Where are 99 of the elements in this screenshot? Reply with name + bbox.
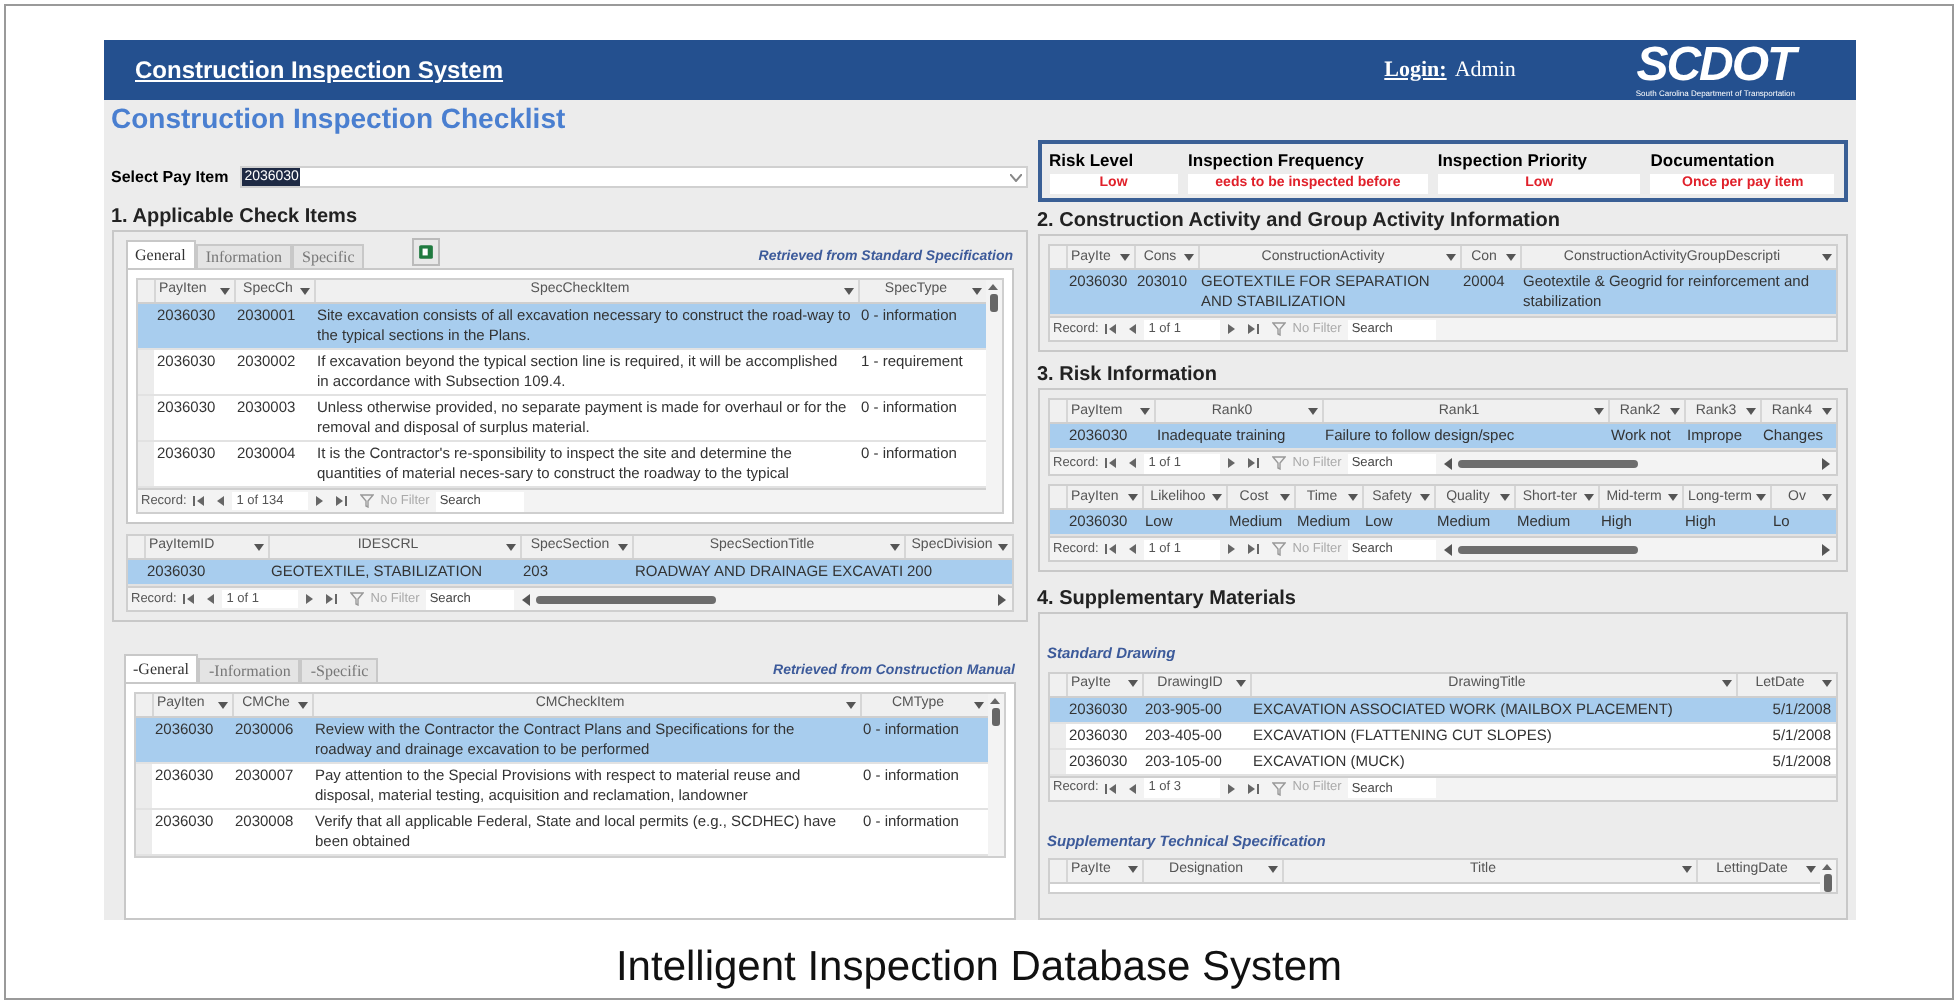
first-record-icon[interactable] (1104, 542, 1119, 557)
filter-icon[interactable] (1272, 456, 1287, 471)
last-record-icon[interactable] (1246, 322, 1261, 337)
caret-icon[interactable] (1279, 493, 1289, 502)
caret-icon[interactable] (1821, 493, 1831, 502)
section-title: 2. Construction Activity and Group Activity Information (1037, 210, 1562, 235)
first-record-icon[interactable] (1104, 456, 1119, 471)
last-record-icon[interactable] (1246, 781, 1261, 795)
caret-icon[interactable] (1307, 407, 1317, 416)
summary-label: Documentation (1650, 148, 1775, 174)
caret-icon[interactable] (1347, 493, 1357, 502)
last-record-icon[interactable] (324, 592, 339, 606)
tab[interactable]: Specific (292, 244, 365, 268)
previous-record-icon[interactable] (1124, 456, 1139, 471)
caret-icon[interactable] (843, 287, 853, 295)
caret-icon[interactable] (1445, 253, 1455, 262)
caret-icon[interactable] (253, 543, 263, 551)
last-record-icon[interactable] (1246, 542, 1261, 557)
page-title: Construction Inspection Checklist (109, 100, 568, 136)
caret-icon[interactable] (1593, 407, 1603, 416)
previous-record-icon[interactable] (212, 494, 227, 508)
scroll-right-icon[interactable] (1821, 543, 1829, 556)
login-user: Admin (1454, 55, 1516, 86)
caret-icon[interactable] (297, 701, 307, 709)
previous-record-icon[interactable] (202, 592, 217, 606)
caret-icon[interactable] (1583, 493, 1593, 502)
scroll-up-icon[interactable] (988, 284, 998, 290)
scroll-right-icon[interactable] (997, 593, 1005, 605)
caret-icon[interactable] (1805, 866, 1815, 875)
caret-icon[interactable] (1755, 493, 1765, 502)
caret-icon[interactable] (1721, 680, 1731, 688)
scroll-left-icon[interactable] (1443, 457, 1452, 470)
summary-label: Risk Level (1049, 148, 1134, 174)
tab[interactable]: -Specific (300, 658, 379, 682)
section-title: 3. Risk Information (1037, 364, 1220, 389)
last-record-icon[interactable] (1246, 456, 1261, 471)
caret-icon[interactable] (1235, 680, 1245, 688)
caret-icon[interactable] (845, 701, 855, 709)
summary-label: Inspection Frequency (1188, 148, 1364, 174)
scroll-up-icon[interactable] (990, 698, 1000, 704)
horizontal-scrollbar[interactable] (1441, 455, 1831, 472)
vertical-scrollbar[interactable] (1819, 859, 1835, 892)
filter-icon[interactable] (1272, 542, 1287, 557)
summary-label: Inspection Priority (1437, 148, 1587, 174)
caret-icon[interactable] (1183, 253, 1193, 262)
caret-icon[interactable] (1667, 493, 1677, 502)
tab[interactable]: -General (123, 654, 199, 682)
caret-icon[interactable] (1119, 253, 1129, 262)
spreadsheet-export-icon[interactable] (412, 238, 441, 266)
caret-icon[interactable] (1821, 253, 1831, 262)
caret-icon[interactable] (1127, 866, 1137, 875)
field-label: Select Pay Item (111, 165, 229, 189)
tab[interactable]: General (125, 240, 196, 268)
caret-icon[interactable] (1821, 680, 1831, 688)
scroll-left-icon[interactable] (521, 593, 530, 605)
login-label[interactable]: Login: (1384, 53, 1447, 87)
filter-icon[interactable] (1272, 781, 1287, 795)
figure-caption: Intelligent Inspection Database System (615, 941, 1343, 993)
first-record-icon[interactable] (1104, 781, 1119, 795)
section-title: 4. Supplementary Materials (1037, 588, 1298, 613)
caret-icon[interactable] (971, 287, 981, 295)
tab[interactable]: -Information (198, 658, 301, 682)
filter-icon[interactable] (360, 494, 375, 508)
first-record-icon[interactable] (1104, 322, 1119, 337)
caret-icon[interactable] (1419, 493, 1429, 502)
filter-icon[interactable] (350, 592, 365, 606)
caret-icon[interactable] (973, 701, 983, 709)
caret-icon[interactable] (1745, 407, 1755, 416)
last-record-icon[interactable] (334, 494, 349, 508)
caret-icon[interactable] (1681, 866, 1691, 875)
caret-icon[interactable] (889, 543, 899, 551)
scroll-right-icon[interactable] (1821, 457, 1829, 470)
caret-icon[interactable] (217, 701, 227, 709)
previous-record-icon[interactable] (1124, 322, 1139, 337)
section-title: 1. Applicable Check Items (111, 206, 360, 230)
previous-record-icon[interactable] (1124, 781, 1139, 795)
caret-icon[interactable] (1139, 407, 1149, 416)
caret-icon[interactable] (1127, 680, 1137, 688)
caret-icon[interactable] (219, 287, 229, 295)
horizontal-scrollbar[interactable] (1441, 541, 1831, 558)
first-record-icon[interactable] (182, 592, 197, 606)
caret-icon[interactable] (1821, 407, 1831, 416)
previous-record-icon[interactable] (1124, 542, 1139, 557)
caret-icon[interactable] (505, 543, 515, 551)
first-record-icon[interactable] (192, 494, 207, 508)
caret-icon[interactable] (1505, 253, 1515, 262)
system-title[interactable]: Construction Inspection System (135, 52, 504, 88)
caret-icon[interactable] (617, 543, 627, 551)
caret-icon[interactable] (997, 543, 1007, 551)
caret-icon[interactable] (1211, 493, 1221, 502)
caret-icon[interactable] (299, 287, 309, 295)
caret-icon[interactable] (1267, 866, 1277, 875)
caret-icon[interactable] (1127, 493, 1137, 502)
tab[interactable]: Information (195, 244, 293, 268)
caret-icon[interactable] (1499, 493, 1509, 502)
caret-icon[interactable] (1669, 407, 1679, 416)
scroll-left-icon[interactable] (1443, 543, 1452, 556)
filter-icon[interactable] (1272, 322, 1287, 337)
horizontal-scrollbar[interactable] (519, 591, 1007, 607)
